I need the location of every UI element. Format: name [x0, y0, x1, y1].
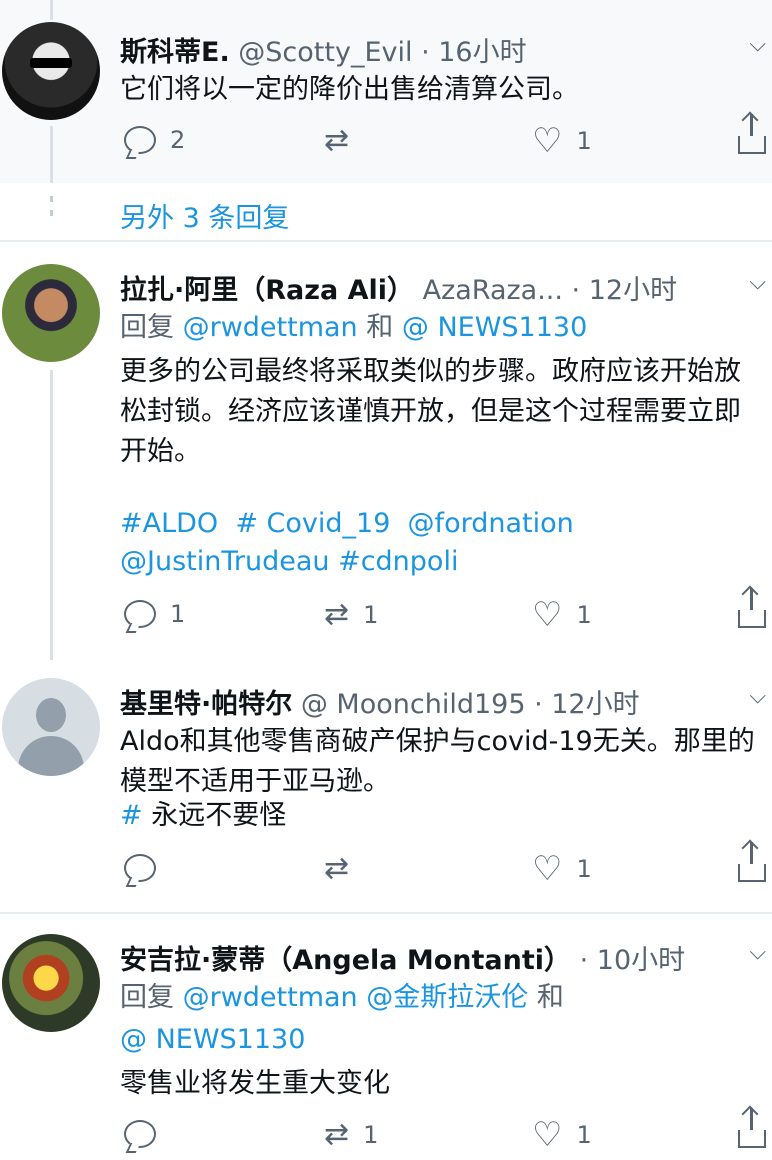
retweet-icon: ⇄ — [324, 1117, 350, 1152]
hashtags-line[interactable]: @JustinTrudeau #cdnpoli — [120, 542, 760, 582]
tweet-text: 更多的公司最终将采取类似的步骤。政府应该开始放松封锁。经济应该谨慎开放，但是这个… — [120, 356, 741, 467]
reply-and: 和 — [366, 312, 394, 343]
tweet-header: 安吉拉·蒙蒂（Angela Montanti） · 10小时 — [120, 938, 685, 977]
handle-time: @ Moonchild195 · 12小时 — [292, 689, 640, 720]
like-button[interactable]: ♡ 1 — [532, 849, 592, 889]
show-more-replies-link[interactable]: 另外 3 条回复 — [120, 196, 289, 235]
heart-icon: ♡ — [532, 121, 563, 161]
mention-link[interactable]: @ NEWS1130 — [120, 1020, 760, 1060]
share-icon — [738, 588, 766, 628]
reply-icon — [124, 1120, 156, 1148]
display-name[interactable]: 拉扎·阿里（Raza Ali） — [120, 275, 414, 306]
hashtag-symbol[interactable]: # — [120, 800, 151, 831]
avatar[interactable] — [2, 678, 100, 776]
tweet-header: 基里特·帕特尔 @ Moonchild195 · 12小时 — [120, 682, 640, 721]
retweet-button[interactable]: ⇄ — [324, 854, 363, 884]
avatar[interactable] — [2, 934, 100, 1032]
reply-button[interactable] — [124, 1120, 170, 1148]
like-count: 1 — [576, 127, 592, 155]
share-button[interactable] — [738, 1108, 766, 1148]
retweet-button[interactable]: ⇄ 1 — [324, 600, 378, 630]
share-icon — [738, 114, 766, 154]
share-icon — [738, 842, 766, 882]
reply-to-line: 回复 @rwdettman 和 @ NEWS1130 — [120, 308, 760, 348]
share-button[interactable] — [738, 842, 766, 882]
reply-button[interactable]: 2 — [124, 126, 185, 154]
share-button[interactable] — [738, 114, 766, 154]
retweet-count: 1 — [363, 1121, 379, 1149]
like-count: 1 — [576, 601, 592, 629]
retweet-icon: ⇄ — [324, 597, 350, 632]
tweet-angela[interactable]: 安吉拉·蒙蒂（Angela Montanti） · 10小时 ⌵ 回复 @rwd… — [0, 914, 772, 1152]
heart-icon: ♡ — [532, 595, 563, 635]
reply-button[interactable]: 1 — [124, 600, 185, 628]
hashtags-line[interactable]: #ALDO # Covid_19 @fordnation — [120, 504, 760, 544]
share-icon — [738, 1108, 766, 1148]
handle-time: AzaRaza... · 12小时 — [414, 275, 678, 306]
mention-link[interactable]: @金斯拉沃伦 — [366, 982, 528, 1013]
tweet-actions: ⇄ 1 ♡ 1 — [0, 1108, 772, 1160]
heart-icon: ♡ — [532, 849, 563, 889]
tweet-actions: 1 ⇄ 1 ♡ 1 — [0, 588, 772, 640]
tweet-actions: ⇄ ♡ 1 — [0, 842, 772, 894]
avatar[interactable] — [2, 22, 100, 120]
heart-icon: ♡ — [532, 1115, 563, 1155]
display-name[interactable]: 基里特·帕特尔 — [120, 689, 292, 720]
tweet-text: Aldo和其他零售商破产保护与covid-19无关。那里的模型不适用于亚马逊。 — [120, 726, 755, 797]
reply-count: 1 — [170, 600, 186, 628]
reply-and: 和 — [536, 982, 564, 1013]
mention-link[interactable]: @ NEWS1130 — [402, 312, 587, 343]
avatar[interactable] — [2, 264, 100, 362]
tweet-kirit[interactable]: 基里特·帕特尔 @ Moonchild195 · 12小时 ⌵ Aldo和其他零… — [0, 668, 772, 908]
reply-button[interactable] — [124, 854, 170, 882]
tweet-scotty[interactable]: 斯科蒂E. @Scotty_Evil · 16小时 ⌵ 它们将以一定的降价出售给… — [0, 0, 772, 183]
hashtag-line: # 永远不要怪 — [120, 796, 760, 836]
retweet-button[interactable]: ⇄ — [324, 126, 363, 156]
chevron-down-icon[interactable]: ⌵ — [749, 270, 766, 295]
hashtag-text: 永远不要怪 — [151, 800, 287, 831]
mention-link[interactable]: @rwdettman — [183, 312, 358, 343]
chevron-down-icon[interactable]: ⌵ — [749, 684, 766, 709]
mention-link[interactable]: @rwdettman — [183, 982, 358, 1013]
reply-label: 回复 — [120, 312, 174, 343]
tweet-raza[interactable]: 拉扎·阿里（Raza Ali） AzaRaza... · 12小时 ⌵ 回复 @… — [0, 242, 772, 660]
tweet-text: 它们将以一定的降价出售给清算公司。 — [120, 74, 579, 105]
tweet-actions: 2 ⇄ ♡ 1 — [0, 114, 772, 166]
handle-time: · 10小时 — [571, 945, 686, 976]
retweet-icon: ⇄ — [324, 851, 350, 886]
like-count: 1 — [576, 855, 592, 883]
reply-count: 2 — [170, 126, 186, 154]
like-count: 1 — [576, 1121, 592, 1149]
thread-line — [50, 0, 53, 20]
reply-to-line: 回复 @rwdettman @金斯拉沃伦 和 — [120, 978, 760, 1018]
reply-icon — [124, 600, 156, 628]
like-button[interactable]: ♡ 1 — [532, 595, 592, 635]
like-button[interactable]: ♡ 1 — [532, 121, 592, 161]
retweet-button[interactable]: ⇄ 1 — [324, 1120, 378, 1150]
chevron-down-icon[interactable]: ⌵ — [749, 32, 766, 57]
tweet-text: 零售业将发生重大变化 — [120, 1068, 390, 1099]
like-button[interactable]: ♡ 1 — [532, 1115, 592, 1155]
chevron-down-icon[interactable]: ⌵ — [749, 940, 766, 965]
reply-icon — [124, 126, 156, 154]
reply-icon — [124, 854, 156, 882]
display-name[interactable]: 安吉拉·蒙蒂（Angela Montanti） — [120, 945, 571, 976]
tweet-header: 斯科蒂E. @Scotty_Evil · 16小时 — [120, 30, 527, 69]
thread-dots — [50, 196, 53, 224]
display-name[interactable]: 斯科蒂E. — [120, 37, 230, 68]
handle-time: @Scotty_Evil · 16小时 — [229, 37, 527, 68]
share-button[interactable] — [738, 588, 766, 628]
tweet-header: 拉扎·阿里（Raza Ali） AzaRaza... · 12小时 — [120, 268, 677, 307]
reply-label: 回复 — [120, 982, 174, 1013]
retweet-count: 1 — [363, 601, 379, 629]
retweet-icon: ⇄ — [324, 123, 350, 158]
